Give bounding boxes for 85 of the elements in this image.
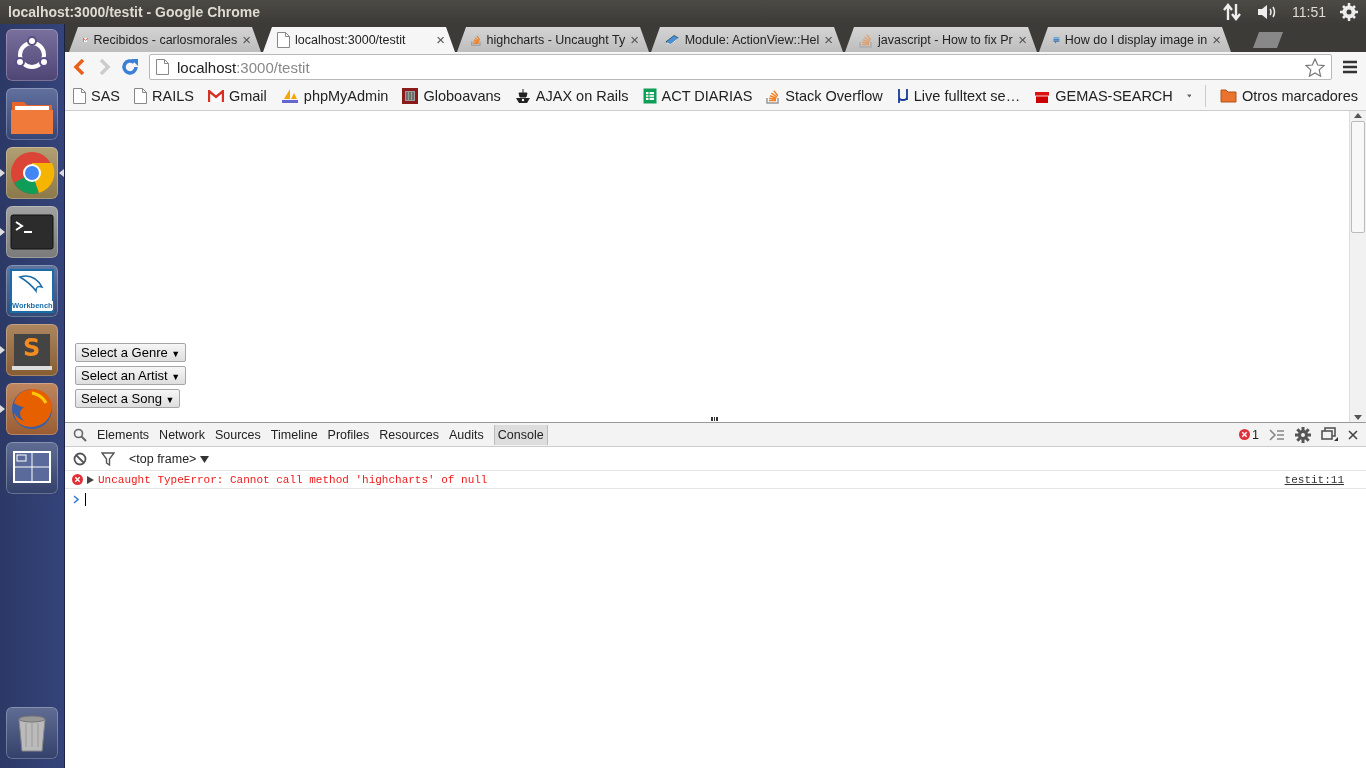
bookmark[interactable]: SAS: [73, 88, 120, 104]
stack-icon: [859, 31, 873, 48]
bookmark[interactable]: AJAX on Rails: [514, 88, 629, 104]
devtools-tab[interactable]: Resources: [379, 424, 440, 445]
folder-icon: [1219, 89, 1237, 103]
dropdown-select[interactable]: Select an Artist ▼: [75, 366, 187, 385]
search-icon[interactable]: [73, 427, 87, 442]
close-icon[interactable]: [1348, 429, 1358, 440]
page-icon: [277, 31, 290, 48]
close-button[interactable]: ×: [436, 31, 445, 48]
close-button[interactable]: ×: [242, 31, 251, 48]
close-button[interactable]: ×: [1212, 31, 1221, 48]
devtools-tab[interactable]: Audits: [449, 424, 484, 445]
bookmark[interactable]: Stack Overflow: [766, 88, 883, 104]
clear-icon[interactable]: [73, 451, 87, 466]
browser-tab[interactable]: Module: ActionView::Hel ×: [651, 27, 843, 52]
launcher-button[interactable]: [6, 147, 58, 199]
volume-icon[interactable]: [1256, 4, 1278, 20]
emblem-icon: [402, 88, 419, 104]
bookmark[interactable]: Live fulltext se…: [896, 88, 1021, 104]
launcher-button[interactable]: [6, 206, 58, 258]
launcher-button[interactable]: [6, 29, 58, 81]
error-count[interactable]: 1: [1239, 427, 1259, 442]
filter-icon[interactable]: [101, 451, 115, 466]
browser-tab[interactable]: javascript - How to fix Pr ×: [845, 27, 1037, 52]
expand-arrow-icon[interactable]: [87, 475, 94, 484]
browser-tab[interactable]: highcharts - Uncaught Ty ×: [457, 27, 649, 52]
page-icon: [156, 59, 169, 75]
star-icon[interactable]: [1305, 57, 1325, 77]
browser-tab[interactable]: How do I display image in ×: [1039, 27, 1231, 52]
book-icon: [665, 32, 680, 47]
network-icon[interactable]: [1222, 3, 1242, 21]
bookmark[interactable]: ACT DIARIAS: [642, 88, 753, 104]
scrollbar[interactable]: [1349, 111, 1366, 422]
browser-tab[interactable]: Recibidos - carlosmorales ×: [69, 27, 261, 52]
source-link[interactable]: testit:11: [1284, 473, 1344, 486]
console-drawer-icon[interactable]: [1269, 428, 1285, 441]
window-title: localhost:3000/testit - Google Chrome: [8, 4, 261, 20]
error-icon: [72, 474, 83, 485]
browser-tab[interactable]: localhost:3000/testit ×: [263, 27, 455, 52]
menu-icon[interactable]: [1342, 60, 1358, 74]
dropdown-select[interactable]: Select a Genre ▼: [75, 343, 187, 362]
bookmark[interactable]: RAILS: [134, 88, 194, 104]
devtools-tab[interactable]: Elements: [97, 424, 150, 445]
launcher-button[interactable]: S: [6, 324, 58, 376]
bookmark[interactable]: Gmail: [207, 88, 267, 104]
power-icon[interactable]: [1340, 3, 1358, 21]
dock-icon[interactable]: [1321, 427, 1338, 442]
page-icon: [73, 88, 86, 104]
devtools-tab[interactable]: Network: [159, 424, 205, 445]
caret-icon: [199, 455, 209, 463]
launcher-button[interactable]: [6, 442, 58, 494]
close-button[interactable]: ×: [824, 31, 833, 48]
devtools-tab[interactable]: Profiles: [327, 424, 370, 445]
chevron-down-icon[interactable]: [1186, 93, 1192, 99]
launcher-button[interactable]: [6, 88, 58, 140]
close-button[interactable]: ×: [630, 31, 639, 48]
bookmark[interactable]: phpMyAdmin: [280, 88, 389, 104]
reload-icon[interactable]: [121, 58, 139, 76]
spreadsheet-icon: [642, 88, 657, 104]
settings-icon[interactable]: [1295, 426, 1311, 443]
launcher-button[interactable]: [6, 707, 58, 759]
clock[interactable]: 11:51: [1292, 4, 1326, 20]
page-icon: [134, 88, 147, 104]
close-button[interactable]: ×: [1018, 31, 1027, 48]
error-icon: [1239, 429, 1251, 440]
new-tab-button[interactable]: [1253, 32, 1283, 48]
prompt-icon: [73, 494, 79, 504]
bookmark[interactable]: GEMAS-SEARCH: [1034, 88, 1173, 104]
console-message: Uncaught TypeError: Cannot call method 'highcharts' of null: [98, 473, 488, 486]
back-icon[interactable]: [73, 58, 87, 76]
ship-icon: [514, 88, 531, 104]
gmail-icon: [207, 90, 224, 102]
dropdown-select[interactable]: Select a Song ▼: [75, 389, 181, 408]
text-cursor: [85, 492, 86, 506]
sail-icon: [280, 88, 299, 104]
mu-icon: [896, 88, 909, 104]
devtools-tab[interactable]: Timeline: [270, 424, 318, 445]
bookmark[interactable]: Globoavans: [402, 88, 501, 104]
stack-icon: [766, 88, 781, 104]
frame-selector[interactable]: <top frame>: [129, 451, 209, 466]
bookmark-folder[interactable]: Otros marcadores: [1219, 88, 1358, 104]
devtools-tab[interactable]: Console: [493, 424, 548, 445]
address-bar[interactable]: localhost:3000/testit: [149, 54, 1332, 80]
devtools-tab[interactable]: Sources: [214, 424, 261, 445]
